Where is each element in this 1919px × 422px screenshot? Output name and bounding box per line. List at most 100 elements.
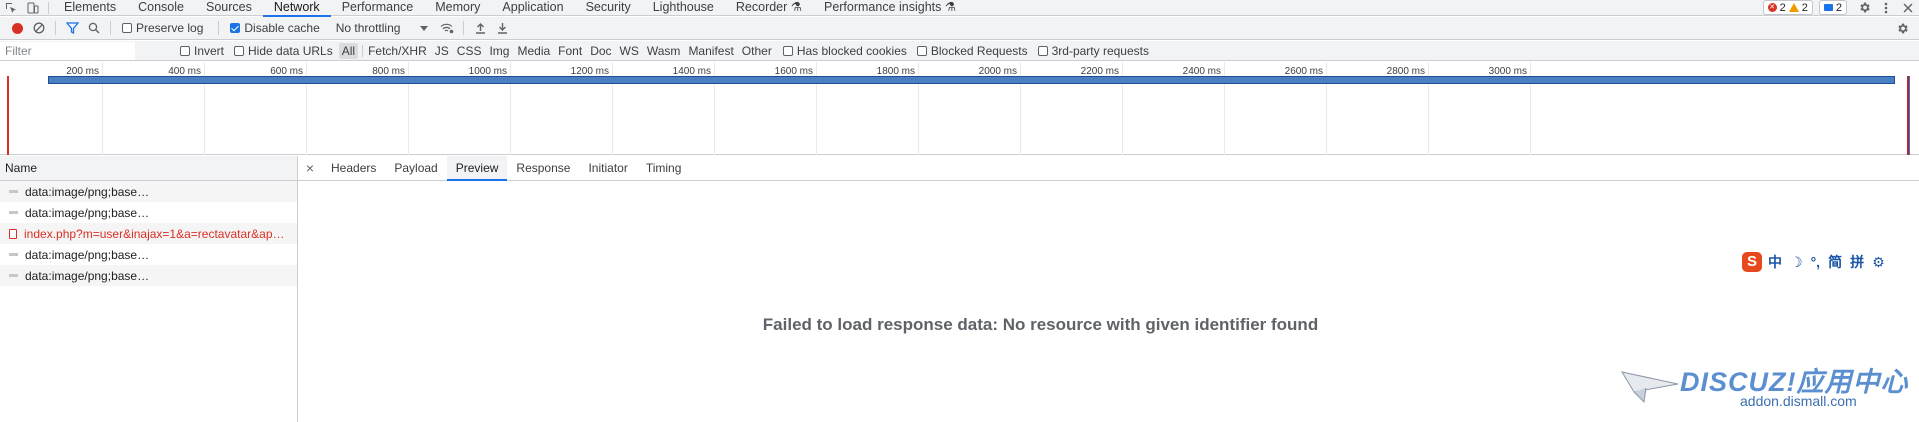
messages-badge[interactable]: 2 (1818, 0, 1847, 15)
preserve-log-box[interactable] (122, 23, 132, 33)
record-button[interactable] (6, 17, 28, 39)
ime-item[interactable]: 中 (1768, 252, 1782, 272)
close-devtools-icon[interactable] (1897, 0, 1919, 16)
inspect-element-icon[interactable] (0, 0, 22, 16)
ime-item[interactable]: 简 (1828, 252, 1842, 272)
tab-security[interactable]: Security (575, 0, 642, 16)
sogou-logo-icon: S (1742, 252, 1762, 272)
tab-lighthouse[interactable]: Lighthouse (642, 0, 725, 16)
network-settings-button[interactable] (1891, 17, 1913, 39)
ime-items: 中 ☽ °, 简拼 ⚙ (1768, 252, 1885, 272)
network-overview-timeline[interactable]: 200 ms 400 ms 600 ms 800 ms 1000 ms 1200 ms 14… (0, 62, 1919, 155)
tab-sources[interactable]: Sources (195, 0, 263, 16)
more-options-icon[interactable] (1875, 0, 1897, 16)
request-row[interactable]: data:image/png;base… (0, 181, 297, 202)
image-data-icon (9, 211, 18, 214)
chevron-down-icon (420, 25, 429, 31)
blocked-requests-box[interactable] (916, 45, 927, 56)
type-filter-media[interactable]: Media (514, 43, 553, 59)
gear-icon (1897, 23, 1908, 33)
tab-payload[interactable]: Payload (385, 156, 446, 180)
name-column-header[interactable]: Name (0, 156, 297, 181)
invert-checkbox[interactable]: Invert (180, 44, 224, 58)
third-party-box[interactable] (1037, 45, 1048, 56)
download-icon (497, 23, 507, 34)
tab-application[interactable]: Application (491, 0, 574, 16)
tab-console[interactable]: Console (127, 0, 195, 16)
ime-item[interactable]: ⚙ (1872, 254, 1885, 271)
tab-performance-insights[interactable]: Performance insights ⚗ (813, 0, 967, 16)
third-party-label: 3rd-party requests (1051, 43, 1149, 58)
tab-memory[interactable]: Memory (424, 0, 491, 16)
issues-badge[interactable]: ✕ 2 2 (1762, 0, 1813, 15)
device-toolbar-icon[interactable] (22, 0, 44, 16)
preserve-log-checkbox[interactable]: Preserve log (122, 21, 203, 35)
blocked-requests-label: Blocked Requests (930, 43, 1028, 58)
filter-funnel-icon (65, 22, 79, 34)
tab-initiator[interactable]: Initiator (579, 156, 636, 180)
request-row[interactable]: data:image/png;base… (0, 265, 297, 286)
tab-headers[interactable]: Headers (322, 156, 385, 180)
third-party-checkbox[interactable]: 3rd-party requests (1037, 43, 1149, 58)
tab-preview[interactable]: Preview (446, 156, 508, 181)
tab-recorder[interactable]: Recorder ⚗ (725, 0, 813, 16)
blocked-cookies-checkbox[interactable]: Has blocked cookies (782, 44, 907, 58)
search-button[interactable] (83, 17, 105, 39)
request-name: data:image/png;base… (25, 247, 150, 262)
type-filter-img[interactable]: Img (486, 43, 512, 59)
filter-toggle-button[interactable] (61, 17, 83, 39)
throttling-select[interactable]: No throttling (336, 21, 429, 35)
filter-input[interactable] (0, 41, 135, 60)
clear-button[interactable] (28, 17, 50, 39)
tab-network[interactable]: Network (262, 0, 331, 17)
type-filter-fetch-xhr[interactable]: Fetch/XHR (365, 43, 430, 59)
invert-box[interactable] (180, 45, 190, 56)
type-filter-css[interactable]: CSS (454, 43, 485, 59)
export-har-button[interactable] (491, 17, 513, 39)
type-filter-js[interactable]: JS (432, 43, 452, 59)
close-icon[interactable]: × (298, 160, 322, 176)
type-filter-manifest[interactable]: Manifest (685, 43, 736, 59)
request-waterfall-bar (48, 76, 1895, 84)
message-icon (1823, 4, 1833, 11)
tab-performance[interactable]: Performance (331, 0, 425, 16)
ime-toolbar[interactable]: S 中 ☽ °, 简拼 ⚙ (1738, 250, 1889, 274)
request-name: data:image/png;base… (25, 205, 150, 220)
blocked-cookies-box[interactable] (782, 45, 793, 56)
import-har-button[interactable] (469, 17, 491, 39)
error-count: 2 (1779, 1, 1786, 14)
blocked-requests-checkbox[interactable]: Blocked Requests (916, 43, 1028, 58)
disable-cache-box[interactable] (230, 23, 241, 33)
tab-separator (48, 1, 49, 14)
network-filter-bar: Invert Hide data URLs All Fetch/XHRJSCSSI… (0, 41, 1919, 61)
type-filter-ws[interactable]: WS (617, 43, 642, 59)
document-icon (9, 228, 17, 239)
network-conditions-button[interactable] (436, 17, 458, 39)
tab-timing[interactable]: Timing (637, 156, 691, 180)
wifi-settings-icon (441, 23, 454, 34)
search-icon (88, 22, 100, 34)
type-filter-font[interactable]: Font (555, 43, 585, 59)
tab-response[interactable]: Response (507, 156, 579, 180)
ime-item[interactable]: ☽ (1790, 254, 1803, 271)
ime-item[interactable]: °, (1811, 254, 1821, 270)
request-row[interactable]: index.php?m=user&inajax=1&a=rectavatar&a… (0, 223, 297, 244)
request-name: data:image/png;base… (25, 184, 150, 199)
settings-gear-icon[interactable] (1853, 0, 1875, 16)
hide-data-urls-box[interactable] (234, 45, 245, 56)
toolbar-separator (463, 21, 465, 35)
type-filter-all[interactable]: All (338, 42, 359, 59)
tab-elements[interactable]: Elements (53, 0, 127, 16)
ime-item[interactable]: 拼 (1850, 252, 1864, 272)
disable-cache-label: Disable cache (244, 21, 320, 35)
hide-data-urls-checkbox[interactable]: Hide data URLs (234, 44, 333, 58)
request-rows: data:image/png;base… data:image/png;base…… (0, 181, 297, 286)
request-row[interactable]: data:image/png;base… (0, 244, 297, 265)
request-row[interactable]: data:image/png;base… (0, 202, 297, 223)
type-filter-wasm[interactable]: Wasm (644, 43, 684, 59)
type-filter-doc[interactable]: Doc (587, 43, 614, 59)
disable-cache-checkbox[interactable]: Disable cache (230, 21, 320, 35)
type-filter-other[interactable]: Other (739, 43, 775, 59)
clear-icon (33, 22, 45, 34)
devtools-tabbar: Elements Console Sources Network Performance… (0, 0, 1919, 17)
